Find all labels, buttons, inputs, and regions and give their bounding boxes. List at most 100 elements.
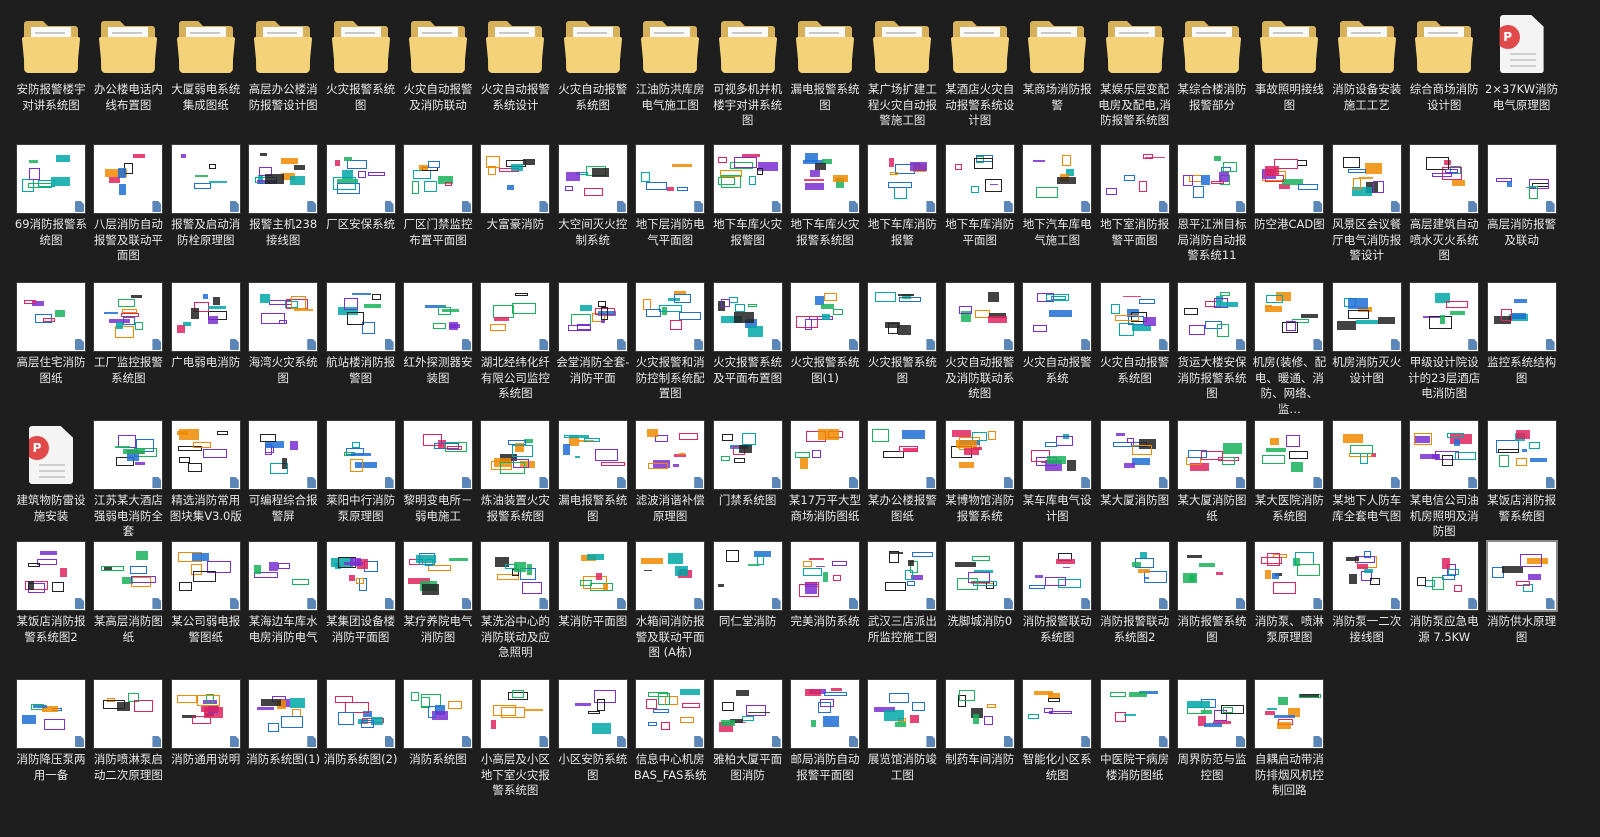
file-item[interactable]: 报警及启动消防栓原理图 [168, 145, 244, 248]
file-item[interactable]: 地下室消防报警平面图 [1097, 145, 1173, 248]
file-item[interactable]: 厂区安保系统 [323, 145, 399, 233]
file-item[interactable]: 消防降压泵两用一备 [13, 680, 89, 783]
file-item[interactable]: 消防系统图(1) [245, 680, 321, 768]
file-item[interactable]: 消防泵、喷淋泵原理图 [1251, 542, 1327, 645]
file-item[interactable]: 消防通用说明 [168, 680, 244, 768]
file-item[interactable]: 火灾自动报警系统 [1019, 283, 1095, 386]
file-item[interactable]: 中医院干病房楼消防图纸 [1097, 680, 1173, 783]
file-item[interactable]: 海湾火灾系统图 [245, 283, 321, 386]
folder-item[interactable]: 某综合楼消防报警部分 [1174, 10, 1250, 113]
file-item[interactable]: 某电信公司油机房照明及消防图 [1406, 421, 1482, 540]
folder-item[interactable]: 可视多机并机楼宇对讲系统图 [710, 10, 786, 129]
folder-item[interactable]: 江油防洪库房电气施工图 [632, 10, 708, 113]
file-item[interactable]: 漏电报警系统图 [555, 421, 631, 524]
file-item[interactable]: 门禁系统图 [710, 421, 786, 509]
folder-item[interactable]: 火灾自动报警系统图 [555, 10, 631, 113]
file-item[interactable]: 消防系统图 [400, 680, 476, 768]
file-item[interactable]: 消防泵应急电源 7.5KW [1406, 542, 1482, 645]
file-item[interactable]: 消防供水原理图 [1484, 542, 1560, 645]
file-item[interactable]: 八层消防自动报警及联动平面图 [90, 145, 166, 264]
folder-item[interactable]: 办公楼电话内线布置图 [90, 10, 166, 113]
file-item[interactable]: 高层住宅消防图纸 [13, 283, 89, 386]
file-item[interactable]: 某饭店消防报警系统图 [1484, 421, 1560, 524]
file-item[interactable]: 某办公楼报警图纸 [864, 421, 940, 524]
file-item[interactable]: 消防喷淋泵启动二次原理图 [90, 680, 166, 783]
file-item[interactable]: 会堂消防全套-消防平面 [555, 283, 631, 386]
file-item[interactable]: 某海边车库水电房消防电气 [245, 542, 321, 645]
file-item[interactable]: 火灾报警系统图(1) [787, 283, 863, 386]
folder-item[interactable]: 某广场扩建工程火灾自动报警施工图 [864, 10, 940, 129]
file-item[interactable]: 地下车库火灾报警系统图 [787, 145, 863, 248]
folder-item[interactable]: 某酒店火灾自动报警系统设计图 [942, 10, 1018, 129]
file-item[interactable]: 火灾报警系统图 [864, 283, 940, 386]
file-item[interactable]: 信息中心机房BAS_FAS系统 [632, 680, 708, 783]
file-item[interactable]: 某高层消防图纸 [90, 542, 166, 645]
file-item[interactable]: 货运大楼安保消防报警系统图 [1174, 283, 1250, 402]
file-item[interactable]: 航站楼消防报警图 [323, 283, 399, 386]
file-item[interactable]: P 2×37KW消防电气原理图 [1484, 10, 1560, 113]
file-item[interactable]: 某车库电气设计图 [1019, 421, 1095, 524]
file-item[interactable]: 滤波消谐补偿原理图 [632, 421, 708, 524]
file-item[interactable]: 消防泵一二次接线图 [1329, 542, 1405, 645]
file-item[interactable]: P 建筑物防雷设施安装 [13, 421, 89, 524]
file-item[interactable]: 莱阳中行消防泵原理图 [323, 421, 399, 524]
file-item[interactable]: 风景区会议餐厅电气消防报警设计 [1329, 145, 1405, 264]
folder-item[interactable]: 火灾报警系统图 [323, 10, 399, 113]
file-item[interactable]: 大富豪消防 [477, 145, 553, 233]
file-item[interactable]: 消防系统图(2) [323, 680, 399, 768]
file-item[interactable]: 某博物馆消防报警系统 [942, 421, 1018, 524]
folder-item[interactable]: 某商场消防报警 [1019, 10, 1095, 113]
file-item[interactable]: 69消防报警系统图 [13, 145, 89, 248]
file-item[interactable]: 报警主机238接线图 [245, 145, 321, 248]
file-item[interactable]: 湖北经纬化纤有限公司监控系统图 [477, 283, 553, 402]
folder-item[interactable]: 综合商场消防设计图 [1406, 10, 1482, 113]
folder-item[interactable]: 事故照明接线图 [1251, 10, 1327, 113]
file-item[interactable]: 某大医院消防系统图 [1251, 421, 1327, 524]
file-item[interactable]: 火灾报警和消防控制系统配置图 [632, 283, 708, 402]
folder-item[interactable]: 安防报警楼宇对讲系统图 [13, 10, 89, 113]
file-item[interactable]: 地下车库消防平面图 [942, 145, 1018, 248]
file-item[interactable]: 小区安防系统图 [555, 680, 631, 783]
file-item[interactable]: 广电弱电消防 [168, 283, 244, 371]
folder-item[interactable]: 火灾自动报警系统设计 [477, 10, 553, 113]
file-item[interactable]: 邮局消防自动报警平面图 [787, 680, 863, 783]
file-item[interactable]: 雅柏大厦平面图消防 [710, 680, 786, 783]
folder-item[interactable]: 高层办公楼消防报警设计图 [245, 10, 321, 113]
file-item[interactable]: 某地下人防车库全套电气图 [1329, 421, 1405, 524]
file-item[interactable]: 高层消防报警及联动 [1484, 145, 1560, 248]
file-item[interactable]: 地下层消防电气平面图 [632, 145, 708, 248]
file-item[interactable]: 机房(装修、配电、暖通、消防、网络、监… [1251, 283, 1327, 417]
file-item[interactable]: 水箱间消防报警及联动平面图 (A栋) [632, 542, 708, 661]
file-item[interactable]: 红外探测器安装图 [400, 283, 476, 386]
file-item[interactable]: 自耦启动带消防排烟风机控制回路 [1251, 680, 1327, 799]
file-item[interactable]: 机房消防灭火设计图 [1329, 283, 1405, 386]
file-item[interactable]: 武汉三店派出所监控施工图 [864, 542, 940, 645]
file-item[interactable]: 火灾报警系统及平面布置图 [710, 283, 786, 386]
file-item[interactable]: 大空间灭火控制系统 [555, 145, 631, 248]
folder-item[interactable]: 某娱乐层变配电房及配电,消防报警系统图 [1097, 10, 1173, 129]
file-item[interactable]: 智能化小区系统图 [1019, 680, 1095, 783]
file-item[interactable]: 周界防范与监控图 [1174, 680, 1250, 783]
file-item[interactable]: 消防报警系统图 [1174, 542, 1250, 645]
file-item[interactable]: 高层建筑自动喷水灭火系统图 [1406, 145, 1482, 264]
file-item[interactable]: 炼油装置火灾报警系统图 [477, 421, 553, 524]
file-item[interactable]: 某饭店消防报警系统图2 [13, 542, 89, 645]
file-item[interactable]: 某17万平大型商场消防图纸 [787, 421, 863, 524]
file-item[interactable]: 火灾自动报警及消防联动系统图 [942, 283, 1018, 402]
file-item[interactable]: 制药车间消防 [942, 680, 1018, 768]
file-item[interactable]: 恩平江洲目标局消防自动报警系统11 [1174, 145, 1250, 264]
file-item[interactable]: 地下车库消防报警 [864, 145, 940, 248]
file-item[interactable]: 火灾自动报警系统图 [1097, 283, 1173, 386]
file-item[interactable]: 完美消防系统 [787, 542, 863, 630]
file-item[interactable]: 厂区门禁监控布置平面图 [400, 145, 476, 248]
folder-item[interactable]: 大厦弱电系统集成图纸 [168, 10, 244, 113]
file-item[interactable]: 某洗浴中心的消防联动及应急照明 [477, 542, 553, 661]
file-item[interactable]: 精选消防常用图块集V3.0版 [168, 421, 244, 524]
file-item[interactable]: 同仁堂消防 [710, 542, 786, 630]
file-item[interactable]: 展览馆消防竣工图 [864, 680, 940, 783]
file-item[interactable]: 某集团设备楼消防平面图 [323, 542, 399, 645]
file-item[interactable]: 消防报警联动系统图2 [1097, 542, 1173, 645]
file-item[interactable]: 某疗养院电气消防图 [400, 542, 476, 645]
folder-item[interactable]: 漏电报警系统图 [787, 10, 863, 113]
file-item[interactable]: 监控系统结构图 [1484, 283, 1560, 386]
